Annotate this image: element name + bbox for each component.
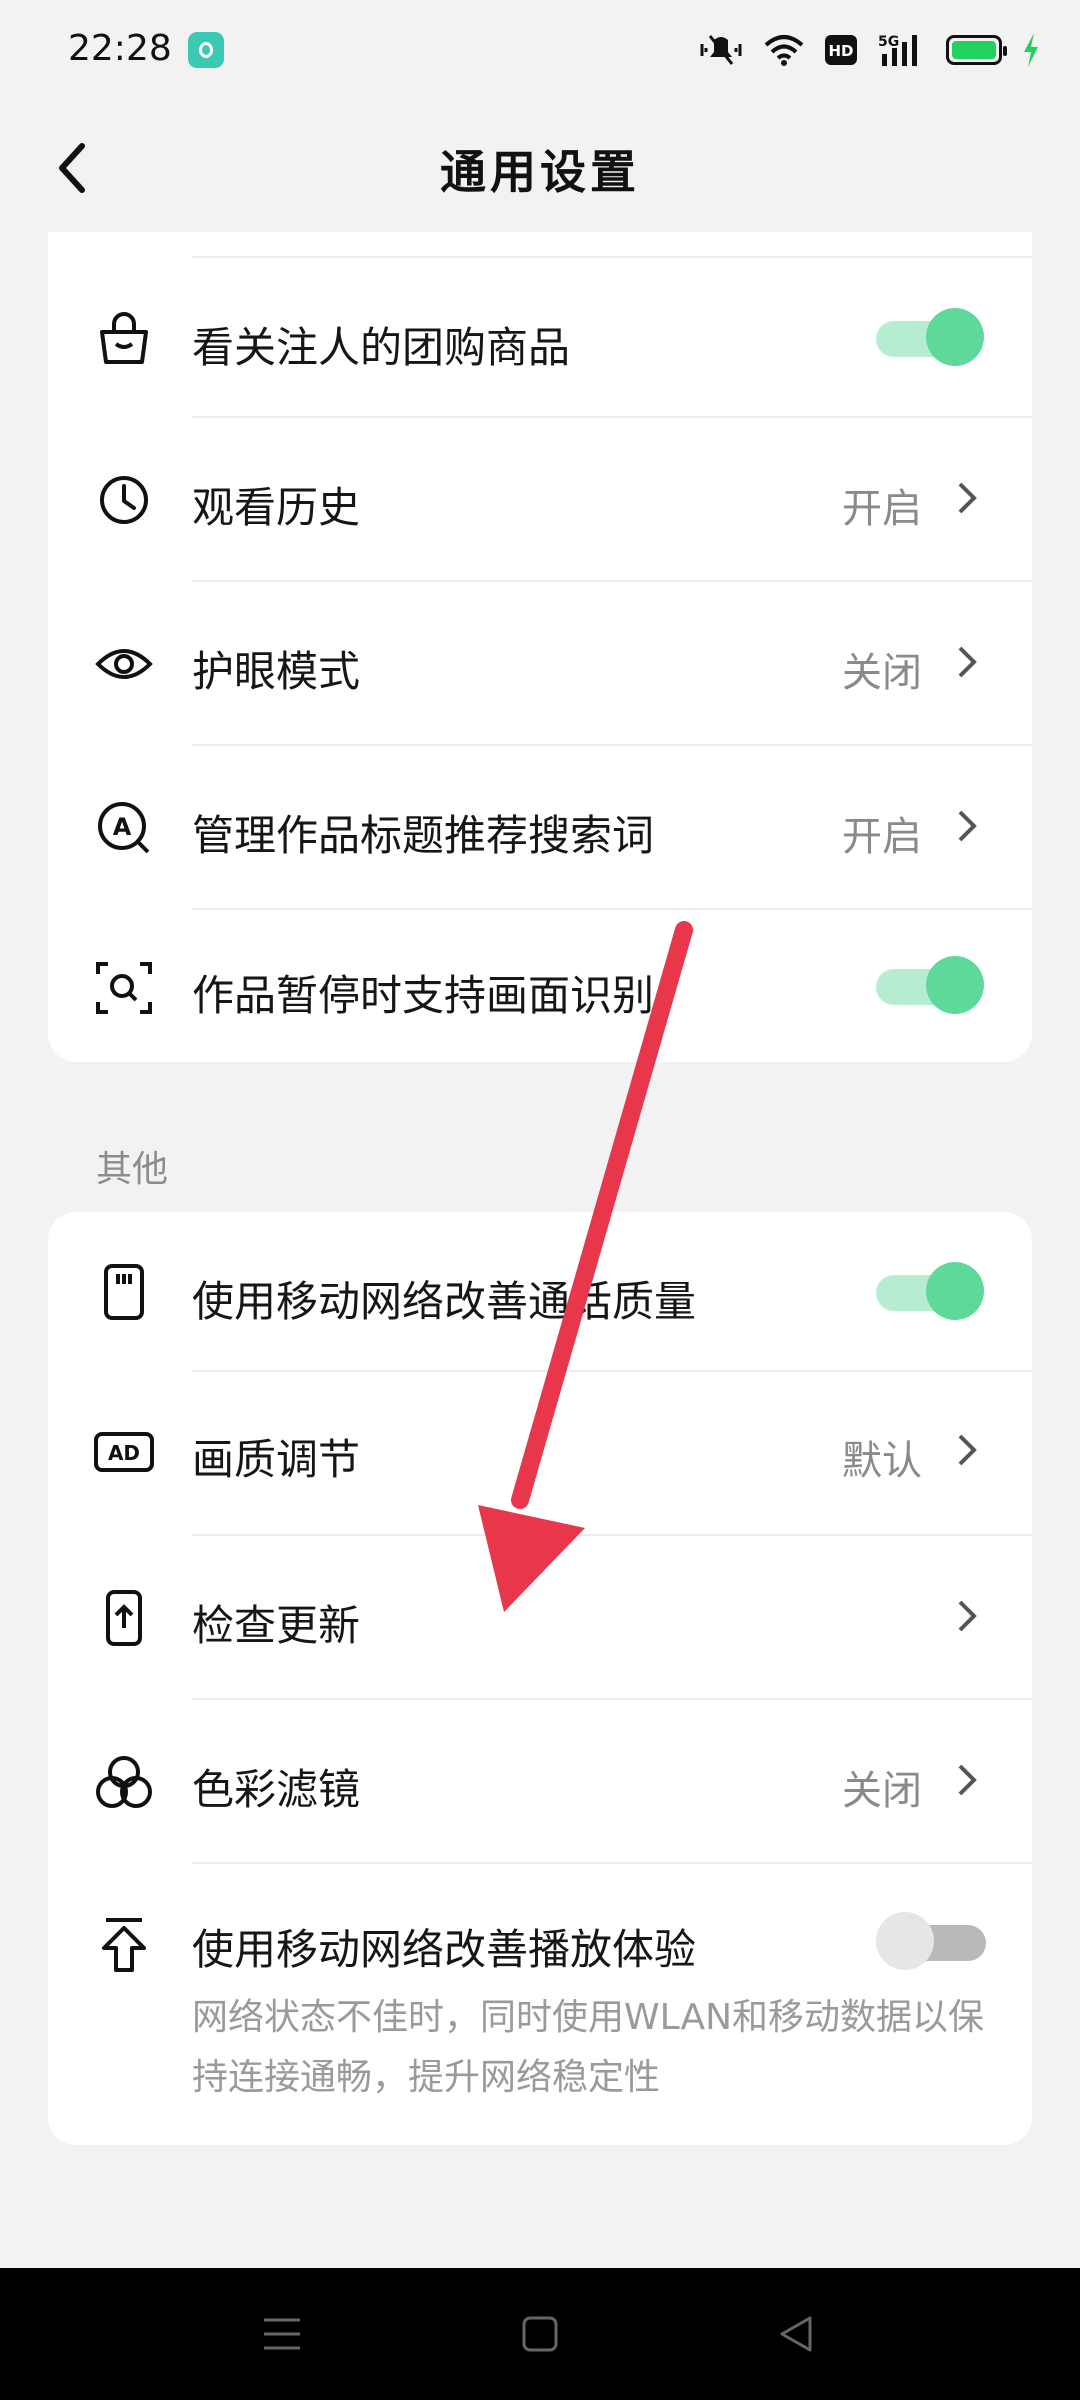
eye-icon — [95, 649, 153, 679]
shopping-bag-icon — [100, 312, 148, 364]
setting-label: 管理作品标题推荐搜索词 — [192, 811, 655, 860]
setting-row-watch-history[interactable]: 观看历史 开启 — [48, 418, 1032, 580]
setting-value: 默认 — [842, 1438, 922, 1484]
chevron-right-icon — [958, 1764, 977, 1796]
setting-value: 关闭 — [842, 650, 922, 696]
chevron-right-icon — [958, 646, 977, 678]
page-title: 通用设置 — [440, 145, 640, 199]
back-triangle-icon[interactable] — [776, 2312, 816, 2356]
setting-row-color-filter[interactable]: 色彩滤镜 关闭 — [48, 1700, 1032, 1862]
setting-row-playback-network[interactable]: 使用移动网络改善播放体验 网络状态不佳时，同时使用WLAN和移动数据以保持连接通… — [48, 1864, 1032, 2145]
search-a-icon: A — [98, 802, 150, 854]
status-time: 22:28 — [68, 28, 172, 69]
setting-label: 检查更新 — [192, 1601, 361, 1650]
setting-row-group-buy[interactable]: 看关注人的团购商品 — [48, 258, 1032, 416]
mute-vibrate-icon — [700, 35, 742, 65]
setting-row-image-recognition[interactable]: 作品暂停时支持画面识别 — [48, 910, 1032, 1062]
setting-row-check-update[interactable]: 检查更新 — [48, 1536, 1032, 1698]
app-header: 通用设置 — [0, 100, 1080, 236]
chevron-right-icon — [958, 810, 977, 842]
hd-icon: HD — [825, 35, 857, 65]
toggle-switch[interactable] — [876, 308, 986, 366]
phone-update-icon — [106, 1590, 142, 1646]
chevron-right-icon — [958, 1434, 977, 1466]
color-filter-icon — [96, 1756, 152, 1808]
setting-label: 观看历史 — [192, 483, 361, 532]
setting-row-call-quality[interactable]: 使用移动网络改善通话质量 — [48, 1212, 1032, 1370]
ad-icon: AD — [94, 1432, 154, 1472]
section-title-other: 其他 — [96, 1149, 169, 1190]
wifi-icon — [764, 35, 804, 66]
notification-app-icon — [188, 32, 224, 68]
setting-label: 护眼模式 — [192, 647, 361, 696]
battery-icon — [946, 35, 1007, 65]
signal-5g-icon: 5G — [878, 34, 917, 66]
svg-text:5G: 5G — [878, 34, 899, 50]
sim-card-icon — [104, 1264, 144, 1320]
settings-card-general: 看关注人的团购商品 观看历史 开启 护眼模式 关闭 A 管理作品标题推荐搜索词 … — [48, 232, 1032, 1062]
settings-card-other: 使用移动网络改善通话质量 AD 画质调节 默认 检查更新 色彩滤镜 关闭 使用移… — [48, 1212, 1032, 2145]
scan-icon — [96, 962, 152, 1014]
chevron-right-icon — [958, 1600, 977, 1632]
clock-icon — [100, 476, 148, 524]
toggle-switch[interactable] — [876, 1912, 986, 1970]
setting-row-eye-care[interactable]: 护眼模式 关闭 — [48, 582, 1032, 744]
chevron-right-icon — [958, 482, 977, 514]
setting-label: 作品暂停时支持画面识别 — [192, 971, 655, 1020]
charging-icon — [1024, 33, 1038, 67]
setting-value: 关闭 — [842, 1768, 922, 1814]
setting-label: 使用移动网络改善播放体验 — [192, 1925, 697, 1974]
setting-label: 看关注人的团购商品 — [192, 323, 571, 372]
status-icons: HD 5G — [698, 28, 1040, 72]
status-bar: 22:28 HD 5G — [0, 0, 1080, 100]
upload-arrow-icon — [102, 1918, 146, 1972]
setting-value: 开启 — [842, 814, 922, 860]
svg-text:A: A — [113, 813, 132, 841]
system-nav-bar — [0, 2268, 1080, 2400]
setting-value: 开启 — [842, 486, 922, 532]
svg-text:HD: HD — [828, 42, 853, 60]
menu-icon[interactable] — [262, 2312, 302, 2356]
toggle-switch[interactable] — [876, 956, 986, 1014]
setting-label: 色彩滤镜 — [192, 1765, 361, 1814]
setting-row-video-quality[interactable]: AD 画质调节 默认 — [48, 1372, 1032, 1534]
setting-label: 画质调节 — [192, 1435, 361, 1484]
home-icon[interactable] — [520, 2312, 560, 2356]
setting-label: 使用移动网络改善通话质量 — [192, 1277, 697, 1326]
setting-row-search-words[interactable]: A 管理作品标题推荐搜索词 开启 — [48, 746, 1032, 908]
setting-description: 网络状态不佳时，同时使用WLAN和移动数据以保持连接通畅，提升网络稳定性 — [192, 1997, 985, 2098]
svg-text:AD: AD — [108, 1441, 140, 1465]
toggle-switch[interactable] — [876, 1262, 986, 1320]
